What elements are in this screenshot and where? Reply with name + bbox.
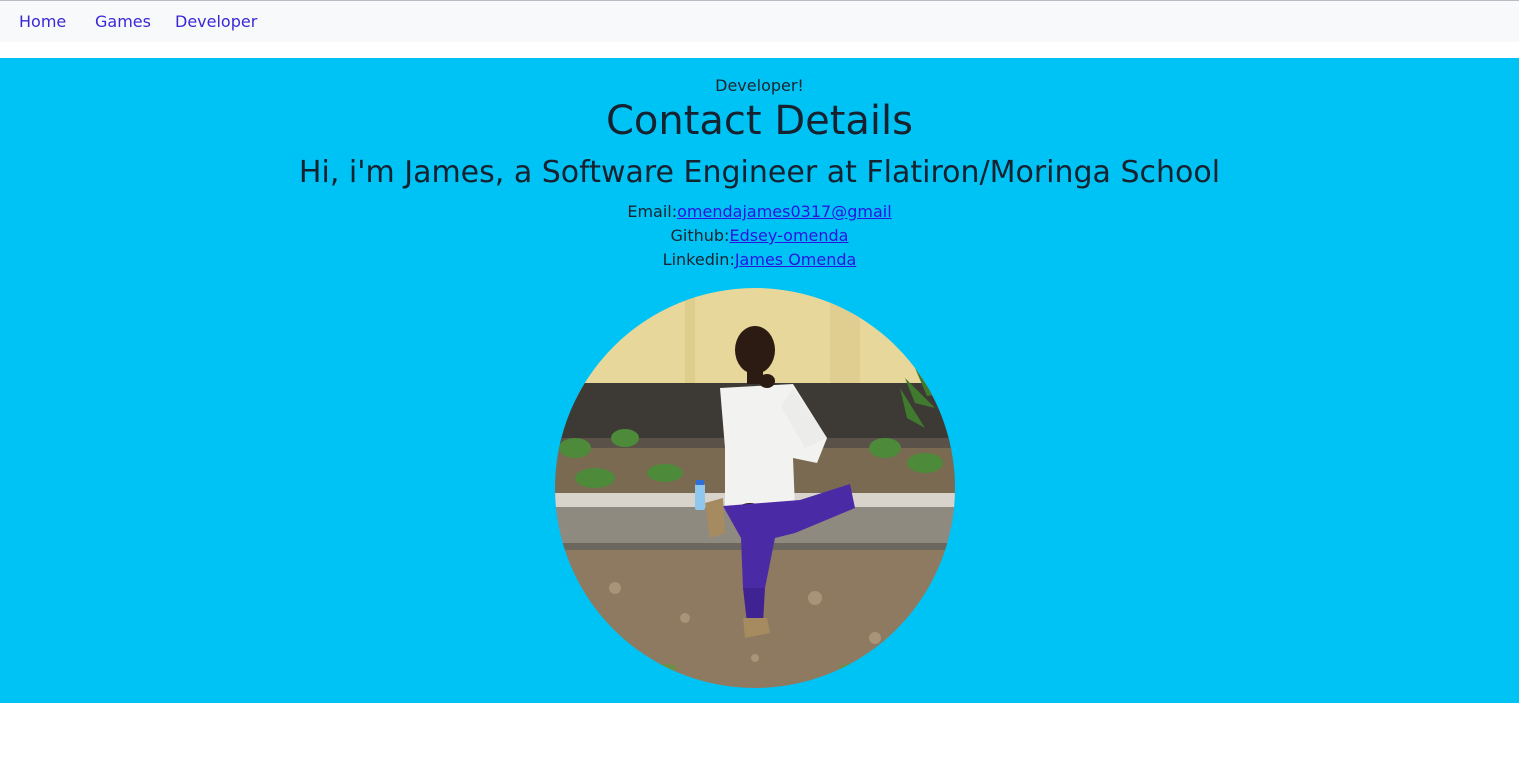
- github-row: Github:Edsey-omenda: [0, 226, 1519, 246]
- nav-link-games[interactable]: Games: [95, 12, 151, 32]
- page-title: Contact Details: [605, 98, 913, 144]
- email-label: Email:: [627, 202, 678, 221]
- nav-link-developer[interactable]: Developer: [175, 12, 257, 32]
- email-link[interactable]: omendajames0317@gmail: [677, 202, 892, 221]
- github-label: Github:: [670, 226, 730, 245]
- linkedin-row: Linkedin:James Omenda: [0, 250, 1519, 270]
- contact-hero: Developer! Contact Details Hi, i'm James…: [0, 58, 1519, 703]
- github-link[interactable]: Edsey-omenda: [729, 226, 848, 245]
- email-row: Email:omendajames0317@gmail: [0, 202, 1519, 222]
- navbar: Home Games Developer: [0, 1, 1519, 42]
- intro-heading: Hi, i'm James, a Software Engineer at Fl…: [298, 155, 1221, 190]
- profile-photo: [555, 288, 955, 688]
- linkedin-link[interactable]: James Omenda: [735, 250, 857, 269]
- profile-photo-illustration: [555, 288, 955, 688]
- nav-link-home[interactable]: Home: [19, 12, 66, 32]
- linkedin-label: Linkedin:: [662, 250, 735, 269]
- hero-subtitle: Developer!: [715, 76, 804, 95]
